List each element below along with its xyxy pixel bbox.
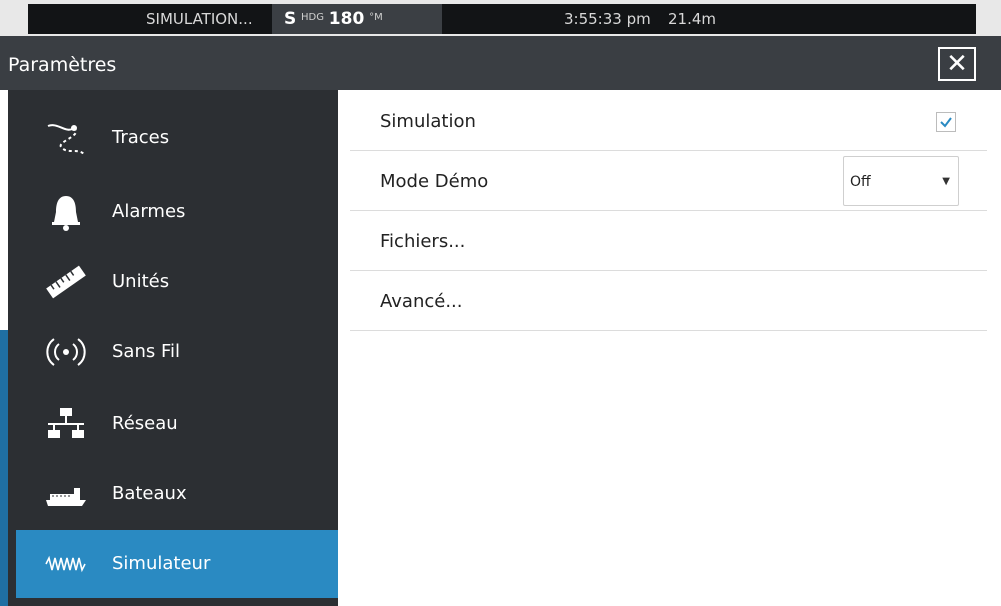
demo-mode-row: Mode Démo Off ▼ bbox=[350, 152, 987, 211]
simulation-checkbox[interactable] bbox=[936, 112, 956, 132]
sidebar-item-sans-fil[interactable]: Sans Fil bbox=[16, 318, 338, 386]
sidebar-item-label: Bateaux bbox=[112, 483, 187, 504]
page-title: Paramètres bbox=[8, 54, 117, 76]
sidebar-scrollbar[interactable] bbox=[0, 90, 8, 606]
heading-value: 180 bbox=[328, 9, 365, 29]
sidebar-item-label: Simulateur bbox=[112, 553, 211, 574]
sidebar-item-reseau[interactable]: Réseau bbox=[16, 390, 338, 458]
demo-mode-value: Off bbox=[850, 174, 871, 190]
wireless-icon bbox=[46, 338, 86, 366]
sidebar-item-label: Traces bbox=[112, 127, 170, 148]
bell-icon bbox=[52, 196, 80, 231]
chevron-down-icon: ▼ bbox=[942, 176, 950, 187]
simulation-row[interactable]: Simulation bbox=[350, 92, 987, 151]
title-bar: Paramètres ✕ bbox=[0, 36, 1001, 90]
sidebar-item-label: Sans Fil bbox=[112, 341, 181, 362]
status-bar: SIMULATION... S HDG 180 °M 3:55:33 pm 21… bbox=[0, 0, 1001, 36]
clock-time: 3:55:33 pm bbox=[564, 10, 651, 28]
waveform-icon bbox=[45, 555, 86, 573]
ruler-icon bbox=[46, 265, 86, 299]
heading-unit: °M bbox=[369, 12, 383, 23]
simulation-label: Simulation bbox=[380, 111, 476, 132]
heading-label: HDG bbox=[301, 12, 324, 23]
sidebar-item-alarmes[interactable]: Alarmes bbox=[16, 178, 338, 246]
files-label: Fichiers... bbox=[380, 231, 466, 252]
sidebar-item-simulateur[interactable]: Simulateur bbox=[16, 530, 338, 598]
sidebar-scroll-thumb[interactable] bbox=[0, 90, 8, 330]
simulation-status: SIMULATION... bbox=[146, 10, 253, 28]
heading-readout: S HDG 180 °M bbox=[272, 4, 442, 34]
sidebar-item-label: Unités bbox=[112, 271, 170, 292]
files-row[interactable]: Fichiers... bbox=[350, 212, 987, 271]
demo-mode-label: Mode Démo bbox=[380, 171, 489, 192]
sidebar-item-unites[interactable]: Unités bbox=[16, 248, 338, 316]
settings-panel: Simulation Mode Démo Off ▼ Fichiers... A… bbox=[350, 90, 987, 606]
depth-readout: 21.4m bbox=[668, 10, 717, 28]
status-bar-inner: SIMULATION... S HDG 180 °M 3:55:33 pm 21… bbox=[28, 4, 976, 34]
sidebar-item-label: Alarmes bbox=[112, 201, 186, 222]
sidebar-item-bateaux[interactable]: Bateaux bbox=[16, 460, 338, 528]
network-icon bbox=[48, 408, 84, 438]
checkmark-icon bbox=[940, 117, 952, 128]
sidebar-item-traces[interactable]: Traces bbox=[16, 104, 338, 172]
boat-icon bbox=[46, 488, 86, 506]
heading-prefix: S bbox=[284, 9, 297, 29]
close-button[interactable]: ✕ bbox=[938, 47, 976, 81]
traces-icon bbox=[47, 124, 85, 155]
advanced-row[interactable]: Avancé... bbox=[350, 272, 987, 331]
demo-mode-dropdown[interactable]: Off ▼ bbox=[843, 156, 959, 206]
sidebar-item-label: Réseau bbox=[112, 413, 178, 434]
advanced-label: Avancé... bbox=[380, 291, 463, 312]
settings-sidebar: Traces Alarmes Unités Sans Fil Réseau Ba… bbox=[0, 90, 338, 606]
